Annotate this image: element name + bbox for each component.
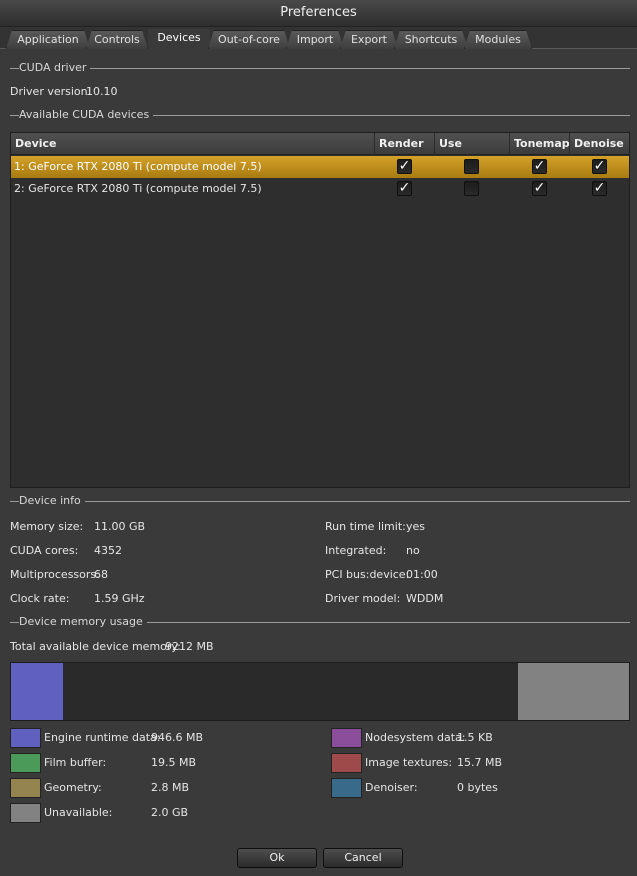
total-memory-label: Total available device memory: (10, 640, 181, 653)
engine-runtime-label: Engine runtime data: (44, 731, 161, 744)
section-label: Device memory usage (19, 615, 147, 629)
column-header-use-priority[interactable]: Use priority (435, 133, 510, 172)
section-cuda-driver: CUDA driver (10, 61, 630, 75)
section-memory-usage: Device memory usage (10, 615, 630, 629)
run-time-limit-value: yes (406, 520, 426, 533)
tab-modules[interactable]: Modules (464, 30, 532, 49)
clock-rate-value: 1.59 GHz (94, 592, 145, 605)
total-memory-value: 9212 MB (165, 640, 214, 653)
cancel-button[interactable]: Cancel (323, 848, 403, 868)
unavailable-value: 2.0 GB (151, 806, 189, 819)
section-label: Device info (19, 494, 85, 508)
section-device-info: Device info (10, 494, 630, 508)
window-title: Preferences (0, 0, 637, 27)
image-textures-label: Image textures: (365, 756, 453, 769)
image-textures-swatch (331, 753, 362, 773)
engine-runtime-swatch (10, 728, 41, 748)
driver-version-value: 10.10 (86, 85, 118, 98)
film-buffer-value: 19.5 MB (151, 756, 197, 769)
render-checkbox[interactable]: ✓ (397, 181, 412, 196)
film-buffer-swatch (10, 753, 41, 773)
memory-size-label: Memory size: (10, 520, 84, 533)
denoiser-swatch (331, 778, 362, 798)
tab-bar: Application Controls Devices Out-of-core… (0, 27, 637, 50)
integrated-value: no (406, 544, 420, 557)
section-label: Available CUDA devices (19, 108, 154, 122)
table-row[interactable]: 1: GeForce RTX 2080 Ti (compute model 7.… (11, 156, 629, 178)
tab-controls[interactable]: Controls (86, 30, 148, 49)
driver-model-value: WDDM (406, 592, 444, 605)
column-header-denoise[interactable]: Denoise (570, 133, 629, 155)
tab-import[interactable]: Import (286, 30, 344, 49)
tab-shortcuts[interactable]: Shortcuts (394, 30, 468, 49)
nodesystem-value: 1.5 KB (457, 731, 493, 744)
device-name: 2: GeForce RTX 2080 Ti (compute model 7.… (14, 182, 262, 195)
render-checkbox[interactable]: ✓ (397, 159, 412, 174)
clock-rate-label: Clock rate: (10, 592, 70, 605)
cuda-cores-value: 4352 (94, 544, 122, 557)
film-buffer-label: Film buffer: (44, 756, 107, 769)
tab-devices[interactable]: Devices (148, 29, 210, 50)
tab-application[interactable]: Application (6, 30, 90, 49)
tab-out-of-core[interactable]: Out-of-core (208, 30, 290, 49)
unavailable-label: Unavailable: (44, 806, 113, 819)
ok-button[interactable]: Ok (237, 848, 317, 868)
run-time-limit-label: Run time limit: (325, 520, 406, 533)
column-header-tonemap[interactable]: Tonemap (510, 133, 570, 155)
device-name: 1: GeForce RTX 2080 Ti (compute model 7.… (14, 160, 262, 173)
table-header: Device Render Use priority Tonemap Denoi… (11, 133, 629, 172)
column-header-render[interactable]: Render (375, 133, 435, 155)
tonemap-checkbox[interactable]: ✓ (532, 181, 547, 196)
nodesystem-swatch (331, 728, 362, 748)
memory-segment-engine-runtime (11, 663, 63, 720)
pci-bus-device-label: PCI bus:device: (325, 568, 410, 581)
denoiser-label: Denoiser: (365, 781, 418, 794)
geometry-label: Geometry: (44, 781, 102, 794)
use-priority-checkbox[interactable] (464, 159, 479, 174)
image-textures-value: 15.7 MB (457, 756, 503, 769)
section-cuda-devices: Available CUDA devices (10, 108, 630, 122)
use-priority-checkbox[interactable] (464, 181, 479, 196)
memory-segment-unavailable (518, 663, 629, 720)
section-label: CUDA driver (19, 61, 91, 75)
memory-size-value: 11.00 GB (94, 520, 146, 533)
geometry-value: 2.8 MB (151, 781, 190, 794)
driver-model-label: Driver model: (325, 592, 401, 605)
denoiser-value: 0 bytes (457, 781, 498, 794)
denoise-checkbox[interactable]: ✓ (592, 159, 607, 174)
table-row[interactable]: 2: GeForce RTX 2080 Ti (compute model 7.… (11, 178, 629, 200)
tonemap-checkbox[interactable]: ✓ (532, 159, 547, 174)
devices-table: Device Render Use priority Tonemap Denoi… (10, 132, 630, 488)
multiprocessors-label: Multiprocessors: (10, 568, 100, 581)
engine-runtime-value: 946.6 MB (151, 731, 204, 744)
denoise-checkbox[interactable]: ✓ (592, 181, 607, 196)
multiprocessors-value: 68 (94, 568, 108, 581)
integrated-label: Integrated: (325, 544, 387, 557)
driver-version-label: Driver version: (10, 85, 92, 98)
nodesystem-label: Nodesystem data: (365, 731, 466, 744)
column-header-device[interactable]: Device (11, 133, 375, 155)
geometry-swatch (10, 778, 41, 798)
memory-usage-bar (10, 662, 630, 721)
unavailable-swatch (10, 803, 41, 823)
tab-export[interactable]: Export (340, 30, 398, 49)
pci-bus-device-value: 01:00 (406, 568, 438, 581)
cuda-cores-label: CUDA cores: (10, 544, 79, 557)
